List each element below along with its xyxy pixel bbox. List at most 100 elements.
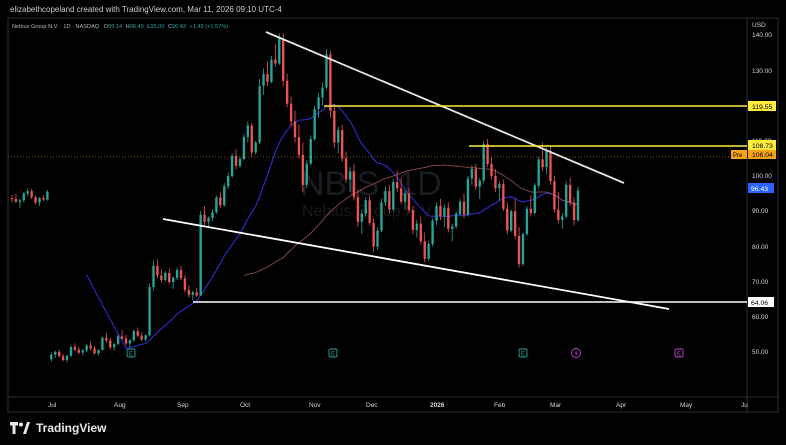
- candle-body: [458, 201, 462, 214]
- candle-body: [344, 158, 348, 180]
- candle-body: [561, 216, 564, 221]
- watermark-ticker: NBIS, 1D: [300, 165, 442, 203]
- pre-market-tag: Pre: [733, 153, 743, 159]
- candle-body: [85, 345, 88, 351]
- candle-body: [309, 138, 312, 164]
- candle-body: [431, 220, 434, 245]
- candle-body: [97, 350, 100, 354]
- candle-body: [415, 223, 419, 230]
- candle-body: [494, 175, 497, 189]
- legend-symbol-name: Nebius Group N.V. · 1D · NASDAQ: [12, 24, 100, 30]
- candle-body: [266, 74, 269, 82]
- candle-body: [258, 86, 261, 143]
- time-tick: Mar: [550, 402, 562, 409]
- candle: [411, 205, 415, 235]
- candle-body: [242, 136, 246, 160]
- price-tick: 130.00: [752, 68, 772, 75]
- svg-text:E: E: [331, 352, 335, 358]
- candle-body: [297, 137, 301, 155]
- candle-body: [419, 223, 422, 242]
- candle-body: [152, 265, 155, 288]
- price-tick: 100.00: [752, 173, 772, 180]
- candle-body: [502, 184, 505, 209]
- candle-body: [352, 171, 356, 198]
- candle-body: [144, 335, 147, 340]
- candle-body: [447, 207, 450, 229]
- candle-body: [423, 241, 426, 259]
- candle-body: [160, 275, 163, 280]
- candle-body: [230, 155, 234, 176]
- tradingview-logo[interactable]: TradingView: [10, 421, 106, 435]
- candle-body: [321, 87, 324, 98]
- candle-body: [466, 178, 470, 215]
- candle-body: [183, 278, 187, 290]
- legend-line[interactable]: Nebius Group N.V. · 1D · NASDAQ O95.14 H…: [12, 24, 228, 30]
- candle-body: [506, 208, 509, 231]
- candle: [537, 156, 540, 189]
- candle-body: [42, 198, 45, 200]
- candle: [258, 79, 261, 145]
- candle-body: [435, 205, 438, 221]
- candle-body: [470, 168, 474, 179]
- price-tick: 90.00: [752, 208, 769, 215]
- candle-body: [171, 277, 175, 283]
- candle-body: [313, 109, 316, 139]
- candle-body: [576, 190, 580, 221]
- candle-body: [105, 337, 108, 341]
- price-label-64-text: 64.06: [751, 300, 768, 307]
- candle-body: [399, 188, 403, 202]
- candle-body: [533, 185, 536, 213]
- candle-body: [348, 171, 352, 180]
- candle-body: [525, 208, 529, 235]
- candle-body: [572, 202, 576, 221]
- candle: [525, 205, 529, 236]
- candle-body: [462, 201, 466, 215]
- candle-body: [274, 59, 277, 64]
- candle-body: [337, 130, 340, 143]
- candle-body: [211, 212, 214, 218]
- candle-body: [101, 337, 104, 351]
- candle-body: [77, 349, 80, 353]
- candle-body: [396, 181, 399, 189]
- price-tick: 60.00: [752, 314, 769, 321]
- candle-body: [34, 197, 37, 203]
- candle: [533, 183, 536, 215]
- candle-body: [333, 110, 336, 143]
- candle-body: [156, 265, 159, 276]
- price-tick: 70.00: [752, 279, 769, 286]
- candle-body: [81, 350, 84, 353]
- candle-body: [537, 159, 540, 186]
- legend-o-value: 95.14: [108, 24, 122, 30]
- candle-body: [325, 54, 328, 88]
- candle-body: [368, 200, 371, 223]
- chart-canvas[interactable]: Nebius Group N.V. · 1D · NASDAQ O95.14 H…: [0, 0, 786, 414]
- candle-body: [168, 272, 171, 283]
- candle-body: [384, 191, 387, 203]
- candle: [510, 209, 513, 233]
- legend-c-value: 96.43: [172, 24, 186, 30]
- candle: [380, 198, 383, 233]
- candle-body: [223, 186, 226, 206]
- svg-text:E: E: [521, 352, 525, 358]
- candle: [392, 179, 395, 212]
- candle-body: [427, 244, 430, 259]
- candle: [309, 135, 312, 166]
- candle-body: [392, 181, 395, 210]
- candle: [223, 183, 226, 207]
- candle-body: [109, 340, 112, 348]
- candle-body: [89, 345, 92, 349]
- candle-body: [498, 184, 501, 189]
- candle-body: [164, 272, 167, 280]
- price-label-108: 108.73: [748, 140, 776, 150]
- candle-body: [376, 230, 379, 247]
- candle-body: [30, 191, 33, 198]
- candle-body: [549, 150, 552, 182]
- candle: [101, 336, 104, 351]
- candle: [502, 179, 505, 212]
- price-tick: 80.00: [752, 244, 769, 251]
- candle-body: [207, 217, 210, 222]
- candle-body: [113, 344, 116, 348]
- candle-body: [179, 270, 183, 279]
- time-tick: Nov: [309, 402, 321, 409]
- price-label-64: 64.06: [748, 297, 774, 307]
